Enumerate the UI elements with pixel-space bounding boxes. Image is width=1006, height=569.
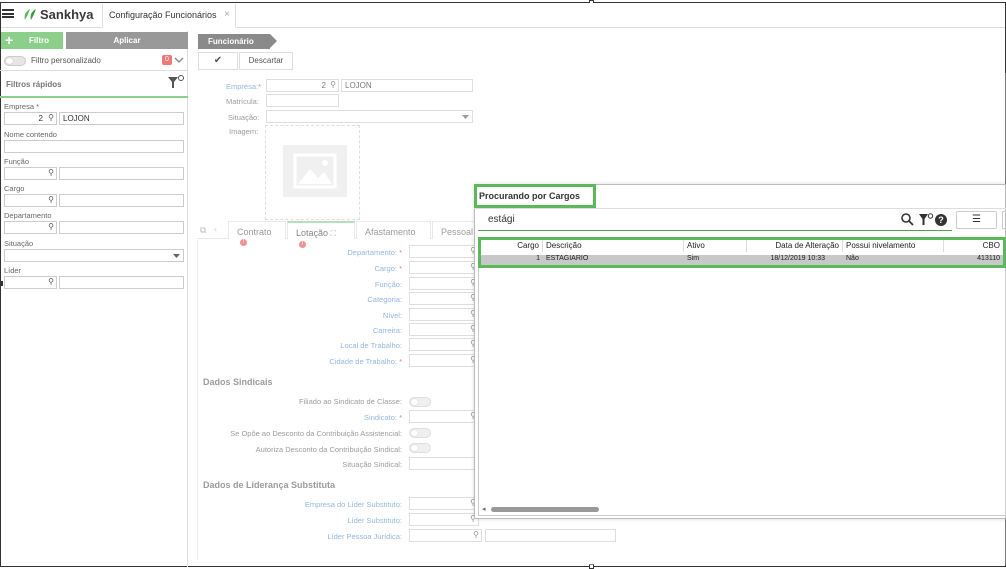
plus-icon: + — [5, 32, 14, 48]
menu-icon[interactable] — [2, 9, 14, 18]
horizontal-scrollbar[interactable] — [491, 507, 599, 512]
empresa-name-value: LOJON — [63, 114, 90, 123]
cargo-filter-label: Cargo — [4, 184, 25, 193]
empresa-name-field: LOJON — [59, 112, 184, 125]
column-header-descricao[interactable]: Descrição — [543, 240, 684, 252]
column-header-ativo[interactable]: Ativo — [684, 240, 747, 252]
funcao-filter-label: Função — [4, 157, 30, 166]
empresa-filter-label: Empresa * — [4, 102, 40, 111]
filter-settings-icon[interactable] — [167, 74, 185, 90]
cell-nivelamento: Não — [843, 255, 944, 265]
cell-cargo: 1 — [481, 255, 543, 265]
search-icon[interactable]: ⚲ — [48, 168, 54, 177]
cell-data-alteracao: 18/12/2019 10:33 — [747, 255, 843, 265]
cargo-code-field[interactable]: ⚲ — [4, 194, 57, 207]
filter-settings-icon[interactable] — [918, 212, 934, 226]
search-input[interactable]: estági — [488, 214, 515, 225]
dropdown-arrow-icon — [173, 254, 180, 258]
funcao-name-field — [59, 167, 184, 180]
help-icon[interactable]: ? — [935, 214, 947, 226]
tab-configuracao-funcionarios[interactable]: Configuração Funcionários × — [102, 4, 236, 28]
descartar-button[interactable]: Descartar — [239, 52, 293, 70]
sankhya-logo-icon — [24, 9, 36, 20]
search-icon[interactable]: ⚲ — [48, 222, 54, 231]
column-header-nivelamento[interactable]: Possui nivelamento — [843, 240, 944, 252]
lider-name-field — [59, 276, 184, 289]
aplicar-button[interactable]: Aplicar — [66, 32, 188, 49]
app-logo: Sankhya — [40, 7, 94, 22]
funcao-code-field[interactable]: ⚲ — [4, 167, 57, 180]
divider — [0, 70, 188, 71]
search-underline — [478, 230, 952, 231]
divider-green — [0, 96, 188, 98]
departamento-name-field — [59, 221, 184, 234]
situacao-select[interactable] — [4, 249, 184, 262]
scroll-left-icon[interactable]: ◂ — [482, 505, 486, 513]
search-icon[interactable]: ⚲ — [48, 113, 54, 122]
column-header-cbo[interactable]: CBO — [944, 240, 1003, 252]
chevron-down-icon[interactable] — [174, 56, 184, 64]
filtro-label: Filtro — [29, 36, 49, 45]
nome-contendo-label: Nome contendo — [4, 130, 57, 139]
column-header-data-alteracao[interactable]: Data de Alteração — [747, 240, 843, 252]
cell-descricao: ESTAGIARIO — [543, 255, 684, 265]
situacao-filter-label: Situação — [4, 239, 34, 248]
cell-ativo: Sim — [684, 255, 747, 265]
divider — [474, 208, 1006, 209]
search-icon[interactable]: ⚲ — [48, 277, 54, 286]
breadcrumb[interactable]: Funcionário — [198, 34, 277, 49]
lider-code-field[interactable]: ⚲ — [4, 276, 57, 289]
filtro-personalizado-toggle[interactable] — [4, 56, 26, 66]
cell-cbo: 413110 — [944, 255, 1003, 265]
tab-close-icon[interactable]: × — [224, 9, 230, 20]
departamento-code-field[interactable]: ⚲ — [4, 221, 57, 234]
tab-title: Configuração Funcionários — [109, 10, 217, 20]
search-icon[interactable] — [901, 213, 914, 226]
filter-count-badge: 0 — [162, 55, 172, 65]
empresa-code-field[interactable]: 2 ⚲ — [4, 112, 57, 125]
filtro-personalizado-label: Filtro personalizado — [31, 56, 101, 65]
lider-filter-label: Líder — [4, 266, 22, 275]
confirm-check-button[interactable]: ✔ — [198, 52, 238, 70]
dialog-title: Procurando por Cargos — [479, 191, 581, 201]
search-icon[interactable]: ⚲ — [48, 195, 54, 204]
cargo-name-field — [59, 194, 184, 207]
filtros-rapidos-title: Filtros rápidos — [6, 80, 62, 89]
list-view-button[interactable]: ☰ — [956, 211, 997, 229]
empresa-code-value: 2 — [38, 114, 43, 123]
more-button[interactable] — [1002, 211, 1006, 229]
nome-contendo-input[interactable] — [4, 140, 184, 153]
column-header-cargo[interactable]: Cargo — [481, 240, 543, 252]
results-grid — [478, 268, 1006, 516]
departamento-filter-label: Departamento — [4, 211, 52, 220]
filtro-button[interactable]: + Filtro — [1, 32, 63, 49]
